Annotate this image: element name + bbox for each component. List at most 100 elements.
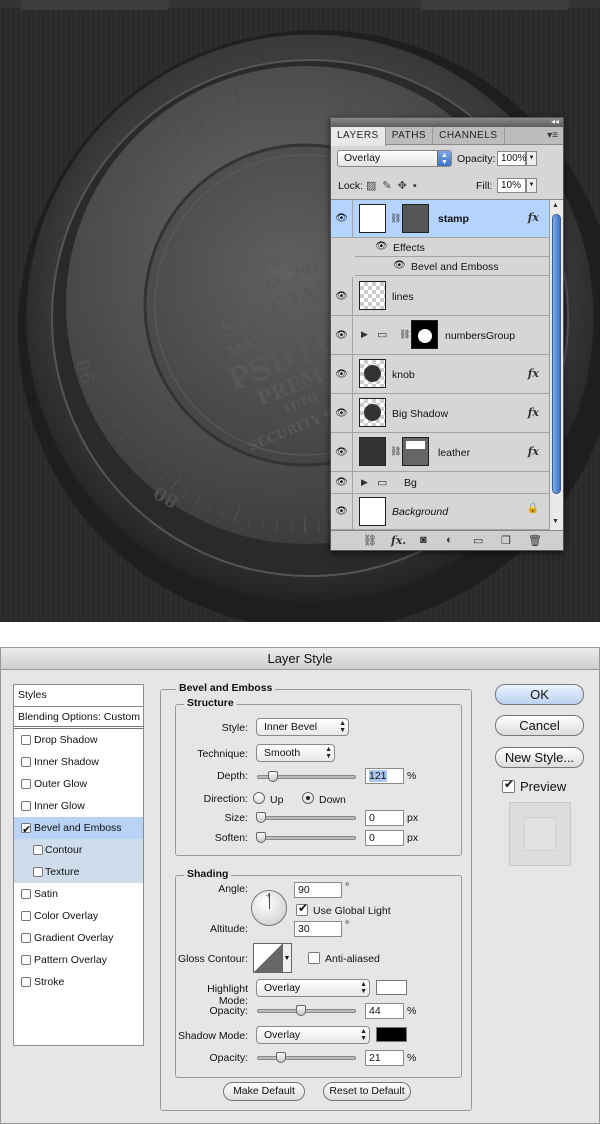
fx-icon[interactable]: fx — [528, 367, 539, 380]
layer-row-bg[interactable]: 👁 ▶ ▭ Bg — [331, 472, 549, 494]
style-item-checkbox[interactable] — [21, 801, 31, 811]
ok-button[interactable]: OK — [495, 684, 584, 705]
slider-knob[interactable] — [256, 832, 266, 843]
shadow-opacity-input[interactable]: 21 — [365, 1050, 404, 1066]
style-item-inner-shadow[interactable]: Inner Shadow — [14, 751, 143, 773]
layer-row-numbersgroup[interactable]: 👁 ▶ ▭ ⛓ numbersGroup — [331, 316, 549, 355]
layer-row-background[interactable]: 👁 Background 🔒 — [331, 494, 549, 530]
chevron-down-icon[interactable]: ▼ — [283, 943, 292, 973]
chevron-down-icon[interactable]: ▼ — [526, 151, 537, 166]
blend-mode-select[interactable]: Overlay ▲ ▼ — [337, 150, 452, 167]
style-item-texture[interactable]: Texture — [14, 861, 143, 883]
style-item-checkbox[interactable] — [21, 889, 31, 899]
shadow-opacity-slider[interactable] — [257, 1052, 356, 1063]
link-icon[interactable]: ⛓ — [390, 213, 401, 224]
highlight-mode-select[interactable]: Overlay ▲ ▼ — [256, 979, 370, 997]
anti-aliased-label[interactable]: Anti-aliased — [325, 953, 380, 965]
depth-input[interactable]: 121 — [365, 768, 404, 784]
tab-layers[interactable]: LAYERS — [331, 127, 386, 146]
fill-input[interactable]: 10% ▼ — [497, 178, 537, 193]
chevron-down-icon[interactable]: ▼ — [526, 178, 537, 193]
highlight-opacity-slider[interactable] — [257, 1005, 356, 1016]
shadow-mode-select[interactable]: Overlay ▲ ▼ — [256, 1026, 370, 1044]
layer-row-big-shadow[interactable]: 👁 Big Shadow fx ▼ — [331, 394, 559, 433]
layer-name[interactable]: Background — [392, 506, 448, 518]
layer-name[interactable]: numbersGroup — [445, 330, 515, 342]
gloss-contour-swatch[interactable] — [253, 943, 283, 973]
angle-input[interactable]: 90 — [294, 882, 342, 898]
eye-icon[interactable]: 👁 — [331, 394, 353, 432]
layer-row-knob[interactable]: 👁 knob fx ▼ — [331, 355, 559, 394]
style-item-checkbox[interactable] — [21, 977, 31, 987]
eye-icon[interactable]: 👁 — [375, 241, 388, 252]
dialog-title[interactable]: Layer Style — [1, 648, 599, 670]
collapse-icon[interactable]: ◂◂ — [551, 117, 559, 126]
tab-paths[interactable]: PATHS — [386, 127, 434, 144]
eye-icon[interactable]: 👁 — [331, 277, 353, 315]
scrollbar-thumb[interactable] — [552, 214, 561, 494]
lock-all-icon[interactable]: ▪ — [413, 180, 423, 192]
scroll-up-icon[interactable]: ▲ — [552, 202, 559, 209]
new-layer-icon[interactable]: ❐ — [501, 534, 511, 547]
direction-down-label[interactable]: Down — [319, 794, 346, 806]
slider-knob[interactable] — [256, 812, 266, 823]
styles-header[interactable]: Styles — [14, 685, 143, 707]
preview-checkbox[interactable] — [502, 777, 515, 793]
add-mask-icon[interactable]: ◙ — [420, 534, 427, 546]
trash-icon[interactable]: 🗑 — [528, 534, 542, 547]
style-item-checkbox[interactable] — [21, 779, 31, 789]
lock-transparent-icon[interactable]: ▨ — [366, 180, 382, 192]
lock-image-icon[interactable]: ✎ — [382, 180, 397, 192]
style-item-checkbox[interactable] — [33, 845, 43, 855]
layer-name[interactable]: lines — [392, 291, 414, 303]
panel-titlebar[interactable]: ◂◂ — [331, 117, 563, 127]
layer-row-stamp[interactable]: 👁 ⛓ stamp fx ▲ — [331, 200, 559, 238]
style-item-stroke[interactable]: Stroke — [14, 971, 143, 993]
scroll-down-icon[interactable]: ▼ — [552, 518, 559, 525]
tab-channels[interactable]: CHANNELS — [433, 127, 505, 144]
layer-row-leather[interactable]: 👁 ⛓ leather fx ▼ — [331, 433, 559, 472]
eye-icon[interactable]: 👁 — [331, 316, 353, 354]
shadow-color-swatch[interactable] — [376, 1027, 407, 1042]
direction-down-radio[interactable] — [302, 792, 314, 804]
soften-input[interactable]: 0 — [365, 830, 404, 846]
altitude-input[interactable]: 30 — [294, 921, 342, 937]
layer-name[interactable]: leather — [438, 447, 470, 459]
soften-slider[interactable] — [256, 832, 356, 843]
style-item-checkbox[interactable] — [21, 819, 31, 841]
disclosure-triangle-icon[interactable]: ▶ — [361, 329, 368, 340]
highlight-color-swatch[interactable] — [376, 980, 407, 995]
style-item-bevel-and-emboss[interactable]: Bevel and Emboss — [14, 817, 143, 841]
lock-position-icon[interactable]: ✥ — [398, 180, 413, 192]
layers-scrollbar[interactable]: ▲ ▼ — [549, 200, 563, 530]
anti-aliased-checkbox[interactable] — [308, 952, 320, 964]
use-global-light-label[interactable]: Use Global Light — [313, 905, 391, 917]
layer-name[interactable]: stamp — [438, 213, 469, 225]
style-item-outer-glow[interactable]: Outer Glow — [14, 773, 143, 795]
eye-icon[interactable]: 👁 — [393, 260, 406, 271]
style-item-color-overlay[interactable]: Color Overlay — [14, 905, 143, 927]
style-item-checkbox[interactable] — [21, 757, 31, 767]
style-item-gradient-overlay[interactable]: Gradient Overlay — [14, 927, 143, 949]
style-item-checkbox[interactable] — [21, 735, 31, 745]
effect-row-bevel[interactable]: 👁 Bevel and Emboss — [355, 257, 549, 276]
fx-icon[interactable]: fx — [528, 445, 539, 458]
angle-dial[interactable]: + — [251, 890, 287, 926]
direction-up-radio[interactable] — [253, 792, 265, 804]
style-item-checkbox[interactable] — [33, 867, 43, 877]
add-style-icon[interactable]: fx. — [391, 534, 406, 547]
link-icon[interactable]: ⛓ — [390, 446, 401, 457]
preview-label[interactable]: Preview — [520, 779, 566, 794]
layer-name[interactable]: Bg — [404, 477, 417, 489]
style-item-checkbox[interactable] — [21, 955, 31, 965]
cancel-button[interactable]: Cancel — [495, 715, 584, 736]
technique-select[interactable]: Smooth ▲ ▼ — [256, 744, 335, 762]
use-global-light-checkbox[interactable] — [296, 901, 308, 916]
eye-icon[interactable]: 👁 — [331, 472, 353, 493]
style-item-inner-glow[interactable]: Inner Glow — [14, 795, 143, 817]
layer-row-lines[interactable]: 👁 lines — [331, 277, 549, 316]
style-item-checkbox[interactable] — [21, 911, 31, 921]
adjustment-layer-icon[interactable]: ◐ — [446, 534, 453, 546]
reset-default-button[interactable]: Reset to Default — [323, 1082, 411, 1101]
panel-menu-icon[interactable]: ▾≡ — [547, 130, 558, 141]
